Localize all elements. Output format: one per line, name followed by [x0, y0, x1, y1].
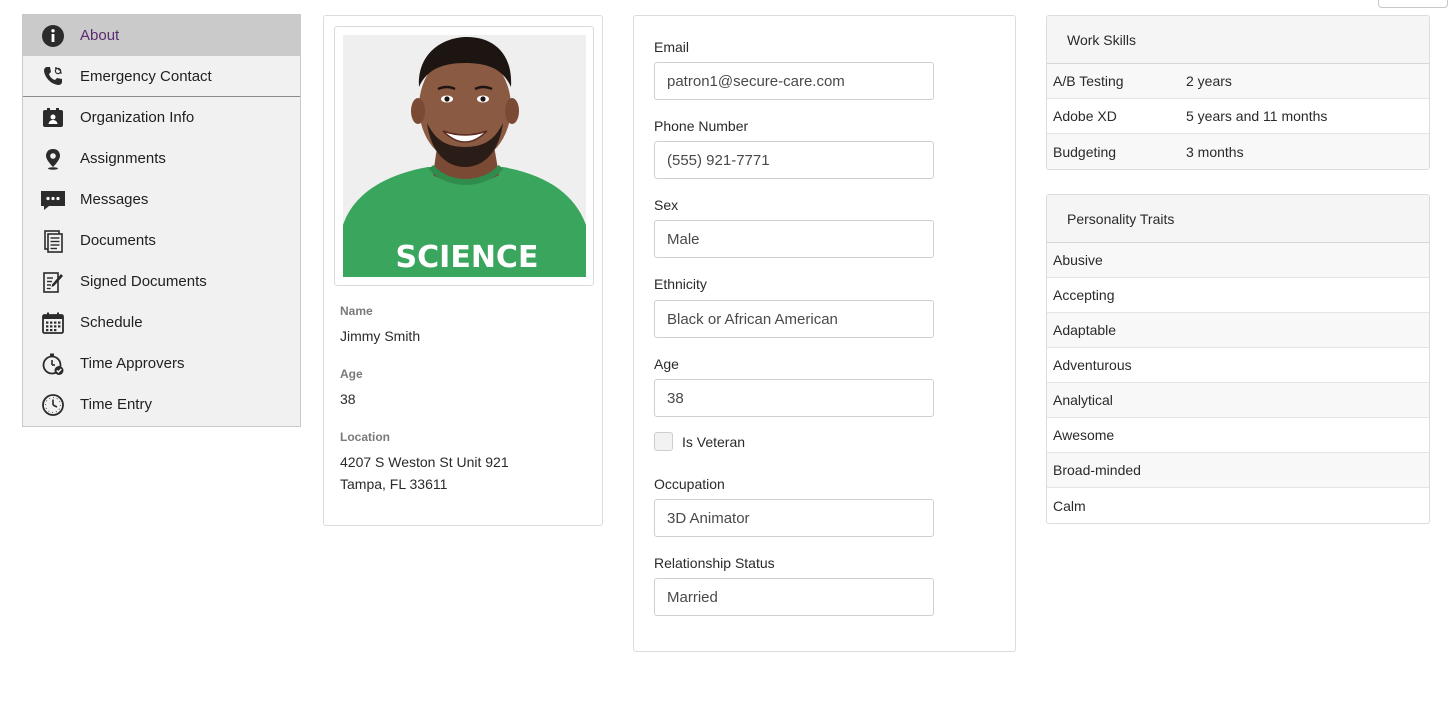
id-badge-icon	[40, 105, 66, 131]
work-skills-title: Work Skills	[1047, 16, 1429, 64]
phone-field[interactable]	[654, 141, 934, 179]
sidebar-item-assignments[interactable]: Assignments	[23, 138, 300, 179]
phone-icon	[40, 63, 66, 89]
sidebar-item-documents[interactable]: Documents	[23, 220, 300, 261]
shirt-text: SCIENCE	[396, 240, 539, 275]
list-item: Analytical	[1047, 383, 1429, 418]
list-item: Awesome	[1047, 418, 1429, 453]
occupation-label: Occupation	[654, 476, 725, 492]
stopwatch-check-icon	[40, 351, 66, 377]
name-value: Jimmy Smith	[340, 328, 421, 344]
profile-age-field: Age 38	[340, 367, 363, 410]
sidebar-item-label: Organization Info	[80, 109, 195, 126]
personality-traits-title: Personality Traits	[1047, 195, 1429, 243]
list-item: Adventurous	[1047, 348, 1429, 383]
email-field[interactable]	[654, 62, 934, 100]
sidebar-item-label: Messages	[80, 191, 149, 208]
skill-duration: 3 months	[1186, 143, 1244, 160]
details-form: Email Phone Number Sex Ethnicity Age Is …	[633, 15, 1016, 652]
sidebar-item-time-entry[interactable]: Time Entry	[23, 384, 300, 425]
sidebar-item-schedule[interactable]: Schedule	[23, 302, 300, 343]
sidebar-item-messages[interactable]: Messages	[23, 179, 300, 220]
relationship-field[interactable]	[654, 578, 934, 616]
skill-duration: 2 years	[1186, 73, 1232, 89]
sidebar-item-signed-documents[interactable]: Signed Documents	[23, 261, 300, 302]
list-item: Broad-minded	[1047, 453, 1429, 488]
sidebar-item-about[interactable]: About	[23, 15, 300, 56]
sidebar-item-emergency-contact[interactable]: Emergency Contact	[23, 56, 300, 97]
sidebar-item-label: About	[80, 27, 120, 44]
skill-name: A/B Testing	[1053, 73, 1124, 89]
ethnicity-label: Ethnicity	[654, 276, 707, 292]
map-pin-icon	[40, 146, 66, 172]
name-label: Name	[340, 304, 373, 318]
sidebar-item-label: Signed Documents	[80, 273, 207, 290]
work-skills-list: A/B Testing 2 years Adobe XD 5 years and…	[1047, 64, 1429, 169]
top-right-control[interactable]	[1378, 0, 1448, 8]
sidebar-item-time-approvers[interactable]: Time Approvers	[23, 343, 300, 384]
personality-traits-panel: Personality Traits Abusive Accepting Ada…	[1046, 194, 1430, 524]
veteran-checkbox[interactable]	[654, 432, 673, 451]
profile-name-field: Name Jimmy Smith	[340, 304, 420, 347]
sidebar-item-label: Emergency Contact	[80, 67, 212, 85]
sidebar-item-label: Time Entry	[80, 396, 152, 413]
sex-field[interactable]	[654, 220, 934, 258]
profile-card: SCIENCE Name Jimmy Smith Age 38 Location…	[323, 15, 603, 526]
personality-traits-list: Abusive Accepting Adaptable Adventurous …	[1047, 243, 1429, 523]
list-item: Calm	[1053, 497, 1086, 514]
age-label: Age	[340, 367, 363, 381]
sidebar-item-organization-info[interactable]: Organization Info	[23, 97, 300, 138]
document-icon	[40, 228, 66, 254]
email-label: Email	[654, 39, 690, 55]
list-item: Adaptable	[1047, 313, 1429, 348]
sidebar-item-label: Time Approvers	[80, 355, 185, 372]
clock-icon	[40, 392, 66, 418]
chat-icon	[40, 187, 66, 213]
skill-name: Adobe XD	[1053, 108, 1117, 124]
occupation-field[interactable]	[654, 499, 934, 537]
profile-photo: SCIENCE	[343, 35, 586, 277]
calendar-icon	[40, 310, 66, 336]
table-row: A/B Testing 2 years	[1047, 64, 1429, 99]
sidebar-item-label: Assignments	[80, 150, 166, 167]
age-field[interactable]	[654, 379, 934, 417]
skill-duration: 5 years and 11 months	[1186, 108, 1328, 124]
list-item: Accepting	[1047, 278, 1429, 313]
veteran-checkbox-row[interactable]: Is Veteran	[654, 432, 745, 451]
info-icon	[40, 23, 66, 49]
list-item: Abusive	[1047, 243, 1429, 278]
location-label: Location	[340, 430, 390, 444]
skill-name: Budgeting	[1053, 143, 1117, 160]
location-line1: 4207 S Weston St Unit 921	[340, 454, 509, 470]
table-row: Adobe XD 5 years and 11 months	[1047, 99, 1429, 134]
phone-label: Phone Number	[654, 118, 749, 134]
location-line2: Tampa, FL 33611	[340, 476, 448, 492]
sidebar-item-label: Schedule	[80, 314, 143, 331]
sidebar-nav: About Emergency Contact Organization Inf…	[22, 14, 301, 427]
age-label: Age	[654, 356, 679, 372]
work-skills-panel: Work Skills A/B Testing 2 years Adobe XD…	[1046, 15, 1430, 170]
relationship-label: Relationship Status	[654, 555, 775, 571]
ethnicity-field[interactable]	[654, 300, 934, 338]
signed-document-icon	[40, 269, 66, 295]
profile-photo-frame: SCIENCE	[334, 26, 594, 286]
profile-location-field: Location 4207 S Weston St Unit 921 Tampa…	[340, 430, 509, 495]
sidebar-item-label: Documents	[80, 232, 156, 249]
table-row: Budgeting 3 months	[1047, 134, 1429, 169]
age-value: 38	[340, 391, 356, 407]
sex-label: Sex	[654, 197, 679, 213]
veteran-label: Is Veteran	[682, 433, 746, 450]
